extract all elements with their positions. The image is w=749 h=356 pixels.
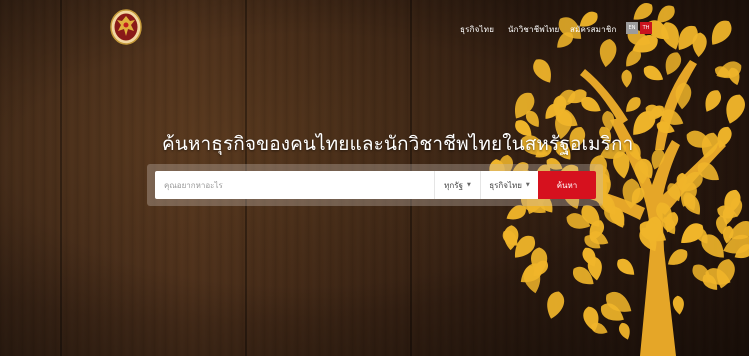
chevron-down-icon: ▼ <box>525 182 530 188</box>
nav-link-thai-professional[interactable]: นักวิชาชีพไทย <box>508 23 559 36</box>
state-select[interactable]: ทุกรัฐ ▼ <box>434 171 480 199</box>
language-th-button[interactable]: TH <box>640 22 652 34</box>
bodhi-leaf <box>643 65 664 81</box>
bodhi-leaf <box>547 291 565 319</box>
bodhi-leaf <box>617 258 635 275</box>
bodhi-leaf <box>533 59 551 83</box>
search-bar: ทุกรัฐ ▼ ธุรกิจไทย ▼ <box>147 164 603 206</box>
bodhi-leaf <box>621 69 632 88</box>
page-headline: ค้นหาธุรกิจของคนไทยและนักวิชาชีพไทยในสหร… <box>162 133 634 155</box>
search-button[interactable]: ค้นหา <box>538 171 596 199</box>
search-input[interactable] <box>155 171 434 199</box>
bodhi-leaf <box>672 295 684 315</box>
state-select-value: ทุกรัฐ <box>444 180 463 190</box>
bodhi-leaf <box>667 249 688 265</box>
top-navigation: ธุรกิจไทย นักวิชาชีพไทย สมัครสมาชิก EN T… <box>0 20 749 40</box>
bodhi-leaf <box>618 322 630 340</box>
language-en-button[interactable]: EN <box>626 22 638 34</box>
category-select[interactable]: ธุรกิจไทย ▼ <box>480 171 538 199</box>
category-select-value: ธุรกิจไทย <box>489 180 522 190</box>
nav-link-register[interactable]: สมัครสมาชิก <box>570 23 617 36</box>
chevron-down-icon: ▼ <box>466 182 471 188</box>
bodhi-leaf <box>726 94 745 124</box>
bodhi-leaf <box>599 39 617 68</box>
bodhi-leaf <box>705 90 722 112</box>
bodhi-leaf <box>626 97 641 112</box>
hero-page: ธุรกิจไทย นักวิชาชีพไทย สมัครสมาชิก EN T… <box>0 0 749 356</box>
nav-link-thai-business[interactable]: ธุรกิจไทย <box>460 23 494 36</box>
